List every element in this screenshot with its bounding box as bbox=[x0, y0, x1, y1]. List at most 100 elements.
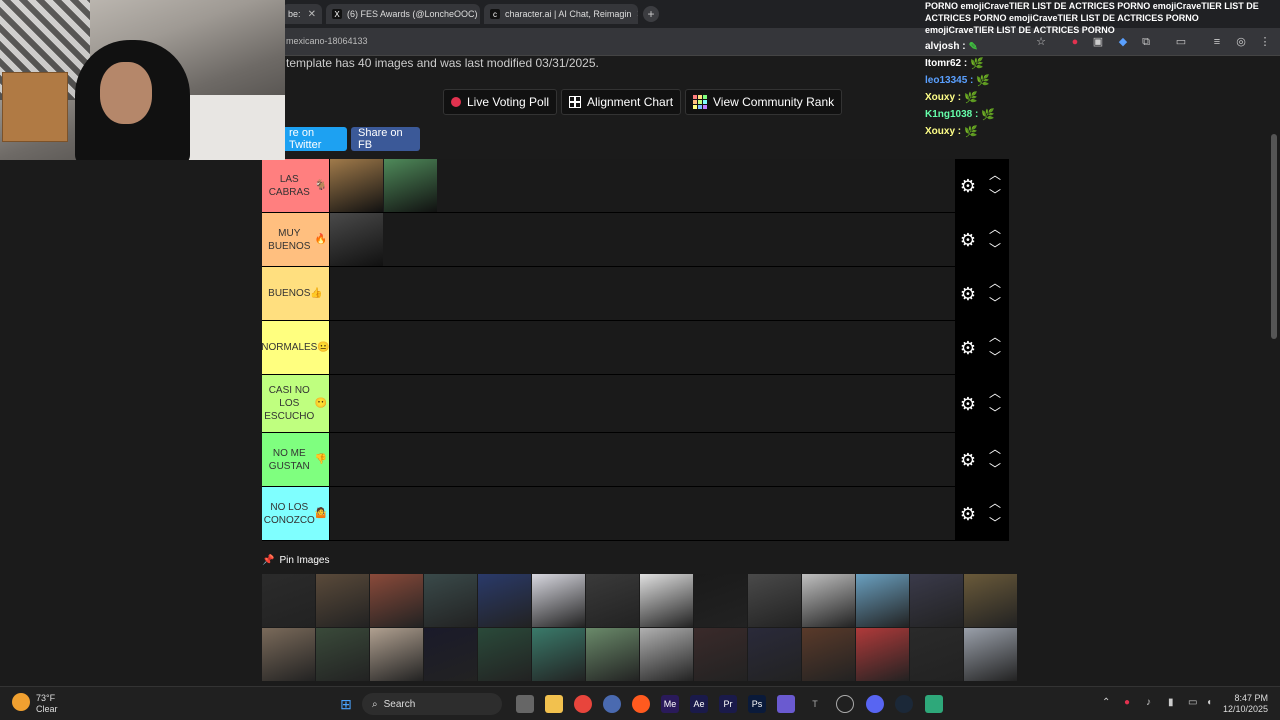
app-t-icon[interactable]: T bbox=[806, 695, 824, 713]
pool-image[interactable] bbox=[586, 574, 639, 627]
gear-icon[interactable]: ⚙ bbox=[959, 451, 977, 469]
tier-items[interactable] bbox=[329, 487, 955, 540]
pool-image[interactable] bbox=[532, 628, 585, 681]
new-tab-icon[interactable]: + bbox=[643, 6, 659, 22]
gear-icon[interactable]: ⚙ bbox=[959, 395, 977, 413]
pool-image[interactable] bbox=[370, 628, 423, 681]
chevron-down-icon[interactable]: ﹀ bbox=[988, 463, 1002, 475]
app-purple-icon[interactable] bbox=[777, 695, 795, 713]
pool-image[interactable] bbox=[316, 574, 369, 627]
tier-items[interactable] bbox=[329, 433, 955, 486]
share-twitter-button[interactable]: re on Twitter bbox=[282, 127, 347, 151]
pool-image[interactable] bbox=[316, 628, 369, 681]
pool-image[interactable] bbox=[370, 574, 423, 627]
pool-image[interactable] bbox=[424, 574, 477, 627]
microphone-icon[interactable]: ▮ bbox=[1168, 697, 1174, 708]
tab-2[interactable]: X (6) FES Awards (@LoncheOOC) ✕ bbox=[326, 4, 480, 24]
tier-items[interactable] bbox=[329, 213, 955, 266]
live-voting-poll-button[interactable]: Live Voting Poll bbox=[443, 89, 558, 115]
pool-image[interactable] bbox=[262, 628, 315, 681]
premiere-icon[interactable]: Pr bbox=[719, 695, 737, 713]
tier-label[interactable]: NO LOS CONOZCO 🤷 bbox=[262, 487, 329, 540]
pool-image[interactable] bbox=[856, 628, 909, 681]
tray-app-icon[interactable]: ● bbox=[1124, 697, 1130, 708]
tier-items[interactable] bbox=[329, 159, 955, 212]
chevron-up-icon[interactable]: ︿ bbox=[988, 223, 1002, 235]
tier-items[interactable] bbox=[329, 375, 955, 432]
chrome-icon[interactable] bbox=[574, 695, 592, 713]
scrollbar-thumb[interactable] bbox=[1271, 134, 1277, 339]
chevron-down-icon[interactable]: ﹀ bbox=[988, 189, 1002, 201]
photoshop-icon[interactable]: Ps bbox=[748, 695, 766, 713]
pool-image[interactable] bbox=[748, 574, 801, 627]
tier-label[interactable]: CASI NO LOS ESCUCHO 😶 bbox=[262, 375, 329, 432]
url-text[interactable]: mexicano-18064133 bbox=[286, 36, 368, 46]
app-orange-icon[interactable] bbox=[632, 695, 650, 713]
tier-label[interactable]: LAS CABRAS 🐐 bbox=[262, 159, 329, 212]
network-icon[interactable]: ▭ bbox=[1188, 697, 1197, 708]
tier-image[interactable] bbox=[330, 159, 383, 212]
taskbar-search[interactable]: ⌕ Search bbox=[362, 693, 502, 715]
pool-image[interactable] bbox=[586, 628, 639, 681]
gear-icon[interactable]: ⚙ bbox=[959, 339, 977, 357]
gear-icon[interactable]: ⚙ bbox=[959, 285, 977, 303]
alignment-chart-button[interactable]: Alignment Chart bbox=[561, 89, 682, 115]
system-clock[interactable]: 8:47 PM 12/10/2025 bbox=[1223, 693, 1268, 715]
pool-image[interactable] bbox=[532, 574, 585, 627]
after-effects-icon[interactable]: Ae bbox=[690, 695, 708, 713]
speaker-icon[interactable]: ♪ bbox=[1146, 697, 1151, 708]
pool-image[interactable] bbox=[478, 628, 531, 681]
pool-image[interactable] bbox=[802, 628, 855, 681]
media-encoder-icon[interactable]: Me bbox=[661, 695, 679, 713]
chevron-down-icon[interactable]: ﹀ bbox=[988, 243, 1002, 255]
chevron-up-icon[interactable]: ⌃ bbox=[1102, 697, 1110, 708]
chevron-up-icon[interactable]: ︿ bbox=[988, 387, 1002, 399]
close-icon[interactable]: ✕ bbox=[308, 9, 316, 20]
share-fb-button[interactable]: Share on FB bbox=[351, 127, 420, 151]
pool-image[interactable] bbox=[694, 574, 747, 627]
tier-image[interactable] bbox=[330, 213, 383, 266]
notepad-icon[interactable] bbox=[925, 695, 943, 713]
tab-1[interactable]: be: ✕ bbox=[282, 4, 322, 24]
obs-icon[interactable] bbox=[603, 695, 621, 713]
pool-image[interactable] bbox=[640, 574, 693, 627]
gear-icon[interactable]: ⚙ bbox=[959, 231, 977, 249]
pool-image[interactable] bbox=[262, 574, 315, 627]
pool-image[interactable] bbox=[802, 574, 855, 627]
pool-image[interactable] bbox=[964, 574, 1017, 627]
pool-image[interactable] bbox=[964, 628, 1017, 681]
pool-image[interactable] bbox=[856, 574, 909, 627]
tier-items[interactable] bbox=[329, 267, 955, 320]
tier-items[interactable] bbox=[329, 321, 955, 374]
chevron-up-icon[interactable]: ︿ bbox=[988, 331, 1002, 343]
file-explorer-icon[interactable] bbox=[545, 695, 563, 713]
page-scrollbar[interactable] bbox=[1268, 56, 1280, 686]
chevron-up-icon[interactable]: ︿ bbox=[988, 277, 1002, 289]
chevron-down-icon[interactable]: ﹀ bbox=[988, 351, 1002, 363]
tier-label[interactable]: NORMALES 😐 bbox=[261, 321, 330, 374]
chevron-down-icon[interactable]: ﹀ bbox=[988, 407, 1002, 419]
pool-image[interactable] bbox=[478, 574, 531, 627]
pool-image[interactable] bbox=[640, 628, 693, 681]
chevron-down-icon[interactable]: ﹀ bbox=[988, 297, 1002, 309]
windows-start-icon[interactable]: ⊞ bbox=[337, 695, 355, 713]
tab-3[interactable]: c character.ai | AI Chat, Reimagin ✕ bbox=[484, 4, 638, 24]
tier-label[interactable]: BUENOS 👍 bbox=[262, 267, 329, 320]
pool-image[interactable] bbox=[910, 628, 963, 681]
volume-icon[interactable]: ◖ bbox=[1206, 697, 1212, 708]
chevron-up-icon[interactable]: ︿ bbox=[988, 169, 1002, 181]
app-record-icon[interactable] bbox=[836, 695, 854, 713]
gear-icon[interactable]: ⚙ bbox=[959, 177, 977, 195]
chevron-up-icon[interactable]: ︿ bbox=[988, 497, 1002, 509]
pool-image[interactable] bbox=[424, 628, 477, 681]
community-rank-button[interactable]: View Community Rank bbox=[685, 89, 843, 115]
gear-icon[interactable]: ⚙ bbox=[959, 505, 977, 523]
tier-label[interactable]: MUY BUENOS 🔥 bbox=[262, 213, 329, 266]
close-icon[interactable]: ✕ bbox=[636, 9, 638, 20]
tier-label[interactable]: NO ME GUSTAN 👎 bbox=[262, 433, 329, 486]
discord-icon[interactable] bbox=[866, 695, 884, 713]
pool-image[interactable] bbox=[748, 628, 801, 681]
steam-icon[interactable] bbox=[895, 695, 913, 713]
pool-image[interactable] bbox=[694, 628, 747, 681]
tier-image[interactable] bbox=[384, 159, 437, 212]
